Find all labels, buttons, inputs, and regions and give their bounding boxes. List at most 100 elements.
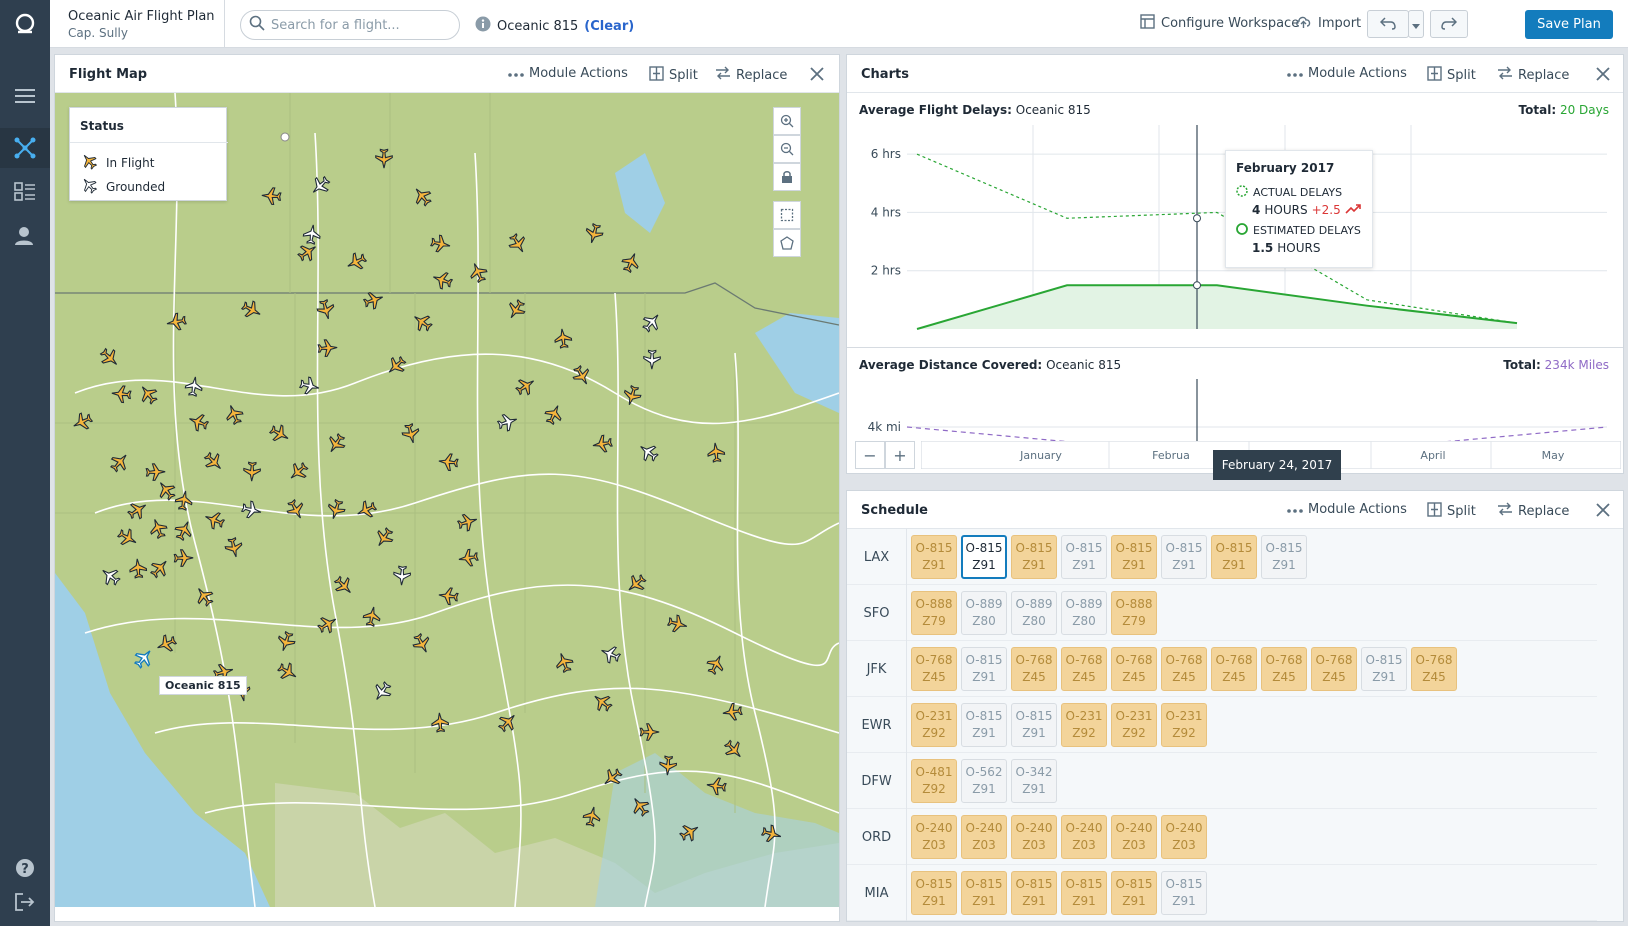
flight-chip[interactable]: O-768 Z45 xyxy=(1411,647,1457,691)
menu-icon[interactable] xyxy=(0,76,50,116)
flight-chip[interactable]: O-231 Z92 xyxy=(1161,703,1207,747)
in-flight-plane-icon[interactable] xyxy=(287,461,309,483)
in-flight-plane-icon[interactable] xyxy=(760,823,783,845)
map-replace-button[interactable]: Replace xyxy=(715,66,787,84)
schedule-close-icon[interactable] xyxy=(1593,500,1613,520)
in-flight-plane-icon[interactable] xyxy=(241,461,263,483)
in-flight-plane-icon[interactable] xyxy=(657,755,679,777)
in-flight-plane-icon[interactable] xyxy=(373,527,395,549)
grounded-plane-icon[interactable] xyxy=(496,411,519,433)
in-flight-plane-icon[interactable] xyxy=(621,384,643,407)
undo-history-dropdown[interactable] xyxy=(1408,10,1424,38)
in-flight-plane-icon[interactable] xyxy=(99,347,121,369)
in-flight-plane-icon[interactable] xyxy=(173,489,195,511)
flight-chip[interactable]: O-240 Z03 xyxy=(911,815,957,859)
in-flight-plane-icon[interactable] xyxy=(147,517,169,540)
flight-chip[interactable]: O-889 Z80 xyxy=(961,591,1007,635)
grounded-plane-icon[interactable] xyxy=(599,643,622,665)
in-flight-plane-icon[interactable] xyxy=(505,299,527,321)
flight-chip[interactable]: O-815 Z91 xyxy=(1011,871,1057,915)
in-flight-plane-icon[interactable] xyxy=(137,383,159,405)
in-flight-plane-icon[interactable] xyxy=(705,775,727,797)
in-flight-plane-icon[interactable] xyxy=(678,821,701,843)
flight-chip[interactable]: O-240 Z03 xyxy=(1061,815,1107,859)
flight-chip[interactable]: O-815 Z91 xyxy=(1111,535,1157,579)
flight-chip[interactable]: O-768 Z45 xyxy=(1261,647,1307,691)
in-flight-plane-icon[interactable] xyxy=(591,691,613,713)
flight-chip[interactable]: O-231 Z92 xyxy=(1061,703,1107,747)
flight-chip[interactable]: O-768 Z45 xyxy=(1061,647,1107,691)
flight-chip[interactable]: O-815 Z91 xyxy=(1011,703,1057,747)
in-flight-plane-icon[interactable] xyxy=(581,805,603,827)
zoom-out-icon[interactable] xyxy=(773,135,801,163)
in-flight-plane-icon[interactable] xyxy=(109,451,131,473)
charts-split-button[interactable]: Split xyxy=(1427,66,1476,85)
flight-chip[interactable]: O-481 Z92 xyxy=(911,759,957,803)
network-icon[interactable] xyxy=(0,128,50,168)
in-flight-plane-icon[interactable] xyxy=(507,232,529,255)
in-flight-plane-icon[interactable] xyxy=(285,498,307,521)
in-flight-plane-icon[interactable] xyxy=(431,269,454,291)
flight-chip[interactable]: O-768 Z45 xyxy=(1161,647,1207,691)
save-plan-button[interactable]: Save Plan xyxy=(1525,10,1613,39)
in-flight-plane-icon[interactable] xyxy=(515,375,537,397)
in-flight-plane-icon[interactable] xyxy=(429,711,451,733)
import-button[interactable]: Import xyxy=(1295,14,1361,33)
map-canvas[interactable]: Status In Flight Grounded Oceanic 815 xyxy=(55,93,839,907)
flight-chip[interactable]: O-889 Z80 xyxy=(1061,591,1107,635)
flight-chip[interactable]: O-815 Z91 xyxy=(911,871,957,915)
logout-icon[interactable] xyxy=(0,882,50,922)
flight-chip[interactable]: O-342 Z91 xyxy=(1011,759,1057,803)
flight-chip[interactable]: O-815 Z91 xyxy=(1211,535,1257,579)
in-flight-plane-icon[interactable] xyxy=(385,355,407,377)
in-flight-plane-icon[interactable] xyxy=(411,632,433,655)
map-close-icon[interactable] xyxy=(807,64,827,84)
flight-chip[interactable]: O-888 Z79 xyxy=(1111,591,1157,635)
app-logo-icon[interactable] xyxy=(0,4,50,44)
in-flight-plane-icon[interactable] xyxy=(193,585,215,607)
charts-close-icon[interactable] xyxy=(1593,64,1613,84)
configure-workspace-button[interactable]: Configure Workspace xyxy=(1140,14,1299,33)
in-flight-plane-icon[interactable] xyxy=(457,547,479,569)
flight-chip[interactable]: O-815 Z91 xyxy=(961,703,1007,747)
grounded-plane-icon[interactable] xyxy=(183,375,205,397)
in-flight-plane-icon[interactable] xyxy=(497,711,519,733)
flight-chip[interactable]: O-888 Z79 xyxy=(911,591,957,635)
in-flight-plane-icon[interactable] xyxy=(173,519,195,542)
flight-chip[interactable]: O-562 Z91 xyxy=(961,759,1007,803)
grounded-plane-icon[interactable] xyxy=(641,311,663,333)
undo-button[interactable] xyxy=(1367,10,1409,38)
flight-chip[interactable]: O-240 Z03 xyxy=(1161,815,1207,859)
flight-chip[interactable]: O-815 Z91 xyxy=(961,871,1007,915)
in-flight-plane-icon[interactable] xyxy=(223,403,245,426)
in-flight-plane-icon[interactable] xyxy=(317,337,339,359)
grounded-plane-icon[interactable] xyxy=(641,349,663,371)
select-region-icon[interactable] xyxy=(773,201,801,229)
lock-icon[interactable] xyxy=(773,163,801,191)
flight-chip[interactable]: O-815 Z91 xyxy=(911,535,957,579)
in-flight-plane-icon[interactable] xyxy=(456,511,479,533)
grounded-plane-icon[interactable] xyxy=(309,175,331,197)
in-flight-plane-icon[interactable] xyxy=(361,605,383,627)
in-flight-plane-icon[interactable] xyxy=(705,441,727,463)
flight-chip[interactable]: O-768 Z45 xyxy=(1211,647,1257,691)
schedule-replace-button[interactable]: Replace xyxy=(1497,502,1569,520)
in-flight-plane-icon[interactable] xyxy=(345,251,368,273)
in-flight-plane-icon[interactable] xyxy=(411,311,433,333)
grounded-plane-icon[interactable] xyxy=(637,441,659,463)
in-flight-plane-icon[interactable] xyxy=(127,499,149,521)
in-flight-plane-icon[interactable] xyxy=(601,767,623,789)
flight-chip[interactable]: O-231 Z92 xyxy=(911,703,957,747)
flight-chip[interactable]: O-768 Z45 xyxy=(1311,647,1357,691)
in-flight-plane-icon[interactable] xyxy=(116,527,139,549)
zoom-in-icon[interactable] xyxy=(773,107,801,135)
in-flight-plane-icon[interactable] xyxy=(155,633,178,655)
flight-chip[interactable]: O-815 Z91 xyxy=(1111,871,1157,915)
flight-chip[interactable]: O-815 Z91 xyxy=(1061,871,1107,915)
flight-chip[interactable]: O-815 Z91 xyxy=(961,647,1007,691)
chart-zoom-out-button[interactable]: − xyxy=(855,441,885,469)
in-flight-plane-icon[interactable] xyxy=(297,241,319,263)
in-flight-plane-icon[interactable] xyxy=(317,613,339,635)
flight-chip[interactable]: O-815 Z91 xyxy=(961,535,1007,579)
in-flight-plane-icon[interactable] xyxy=(173,547,195,569)
